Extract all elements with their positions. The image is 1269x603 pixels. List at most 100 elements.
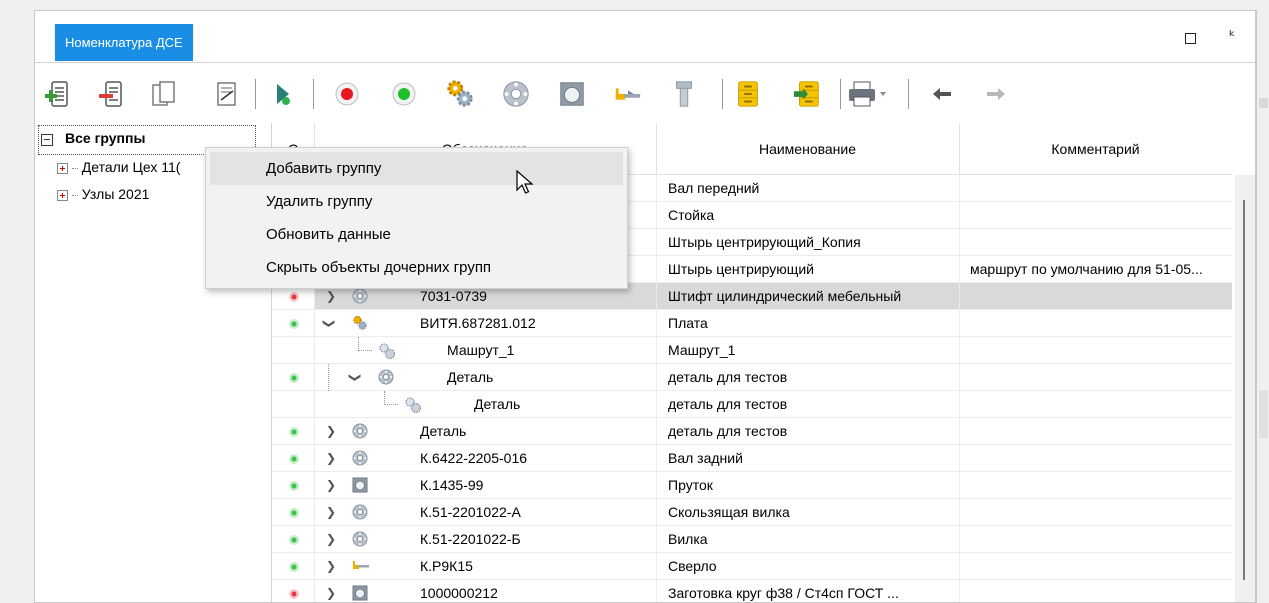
cell-name: Вилка <box>668 531 708 547</box>
menu-item-refresh-data[interactable]: Обновить данные <box>210 218 623 251</box>
column-header-name[interactable]: Наименование <box>656 123 959 175</box>
part-icon <box>378 369 394 385</box>
cell-designation: К.Р9К15 <box>420 558 473 574</box>
cell-designation: Деталь <box>420 423 467 439</box>
cell-comment <box>970 229 1228 256</box>
cell-designation: Деталь <box>447 369 494 385</box>
status-indicator-icon <box>289 292 299 302</box>
edit-icon[interactable] <box>211 79 241 109</box>
collapse-chevron-icon[interactable]: ❯ <box>342 372 369 382</box>
cell-comment: маршрут по умолчанию для 51-05... <box>970 261 1203 277</box>
cell-comment <box>970 499 1228 526</box>
cell-name: деталь для тестов <box>668 396 788 412</box>
part-icon <box>352 504 368 520</box>
cell-name: Штырь центрирующий_Копия <box>668 234 861 250</box>
expand-icon[interactable] <box>57 162 68 174</box>
cell-name: Штифт цилиндрический мебельный <box>668 288 902 304</box>
tab-nomenclature[interactable]: Номенклатура ДСЕ <box>55 24 193 61</box>
expand-chevron-icon[interactable]: ❯ <box>326 472 336 499</box>
cell-name: Вал передний <box>668 180 760 196</box>
cell-name: Сверло <box>668 558 717 574</box>
cell-designation: К.51-2201022-А <box>420 504 521 520</box>
table-row[interactable]: ❯ 1000000212 Заготовка круг ф38 / Ст4сп ГО… <box>272 580 1232 602</box>
gears-icon[interactable] <box>445 79 475 109</box>
cabinet-icon[interactable] <box>733 79 763 109</box>
status-indicator-icon <box>289 319 299 329</box>
adjacent-panel-edge <box>1256 10 1269 603</box>
menu-item-hide-child-group-objects[interactable]: Скрыть объекты дочерних групп <box>210 251 623 284</box>
table-row[interactable]: ❯ Деталь деталь для тестов <box>272 418 1232 445</box>
table-row[interactable]: Машрут_1 Машрут_1 <box>272 337 1232 364</box>
scrollbar-thumb[interactable] <box>1243 200 1245 580</box>
cell-comment <box>970 472 1228 499</box>
expand-chevron-icon[interactable]: ❯ <box>326 526 336 553</box>
record-green-icon[interactable] <box>389 79 419 109</box>
collapse-chevron-icon[interactable]: ❯ <box>316 318 343 328</box>
table-row[interactable]: ❯ К.6422-2205-016 Вал задний <box>272 445 1232 472</box>
blank-icon <box>352 477 368 493</box>
route-icon <box>378 342 396 360</box>
cell-designation: Машрут_1 <box>447 342 515 358</box>
table-row[interactable]: ❯ К.Р9К15 Сверло <box>272 553 1232 580</box>
cell-designation: Деталь <box>474 396 521 412</box>
part-icon <box>352 423 368 439</box>
status-indicator-icon <box>289 589 299 599</box>
cell-designation: К.51-2201022-Б <box>420 531 521 547</box>
part-icon[interactable] <box>501 79 531 109</box>
cell-name: деталь для тестов <box>668 369 788 385</box>
cell-comment <box>970 580 1228 602</box>
blank-icon[interactable] <box>557 79 587 109</box>
expand-chevron-icon[interactable]: ❯ <box>326 418 336 445</box>
forward-arrow-icon <box>981 79 1011 109</box>
maximize-icon[interactable] <box>1185 33 1196 44</box>
cell-comment <box>970 418 1228 445</box>
menu-item-add-group[interactable]: Добавить группу <box>210 152 623 185</box>
expand-chevron-icon[interactable]: ❯ <box>326 580 336 602</box>
cell-comment <box>970 553 1228 580</box>
cell-designation: К.6422-2205-016 <box>420 450 528 466</box>
cell-comment <box>970 526 1228 553</box>
column-header-comment[interactable]: Комментарий <box>959 123 1232 175</box>
tree-item[interactable]: Узлы 2021 <box>57 186 149 202</box>
vertical-scrollbar[interactable] <box>1235 175 1255 602</box>
remove-row-icon[interactable] <box>97 79 127 109</box>
toolbar <box>35 65 1255 121</box>
status-indicator-icon <box>289 562 299 572</box>
tool-icon[interactable] <box>613 79 643 109</box>
expand-chevron-icon[interactable]: ❯ <box>326 499 336 526</box>
expand-icon[interactable] <box>57 189 68 201</box>
pin-icon[interactable]: ᵏ <box>1229 27 1235 45</box>
expand-chevron-icon[interactable]: ❯ <box>326 445 336 472</box>
collapse-icon[interactable] <box>41 134 53 146</box>
copy-icon[interactable] <box>149 79 179 109</box>
cell-comment <box>970 283 1228 310</box>
table-row[interactable]: ❯ К.51-2201022-Б Вилка <box>272 526 1232 553</box>
table-row[interactable]: ❯ ВИТЯ.687281.012 Плата <box>272 310 1232 337</box>
bolt-icon[interactable] <box>669 79 699 109</box>
cell-name: Машрут_1 <box>668 342 736 358</box>
record-red-icon[interactable] <box>332 79 362 109</box>
cell-comment <box>970 175 1228 202</box>
back-arrow-icon[interactable] <box>927 79 957 109</box>
status-indicator-icon <box>289 481 299 491</box>
run-icon[interactable] <box>268 79 298 109</box>
cell-comment <box>970 337 1228 364</box>
cell-name: Пруток <box>668 477 713 493</box>
print-icon[interactable] <box>847 79 889 109</box>
cell-designation: 1000000212 <box>420 585 498 601</box>
add-row-icon[interactable] <box>43 79 73 109</box>
cell-name: Скользящая вилка <box>668 504 790 520</box>
tree-root-label: Все группы <box>65 130 146 146</box>
table-row[interactable]: ❯ К.1435-99 Пруток <box>272 472 1232 499</box>
tree-item[interactable]: Детали Цех 11( <box>57 159 180 175</box>
nomenclature-panel: Номенклатура ДСЕ ᵏ Все группы Детали Цех… <box>34 10 1256 603</box>
cell-designation: ВИТЯ.687281.012 <box>420 315 536 331</box>
menu-item-delete-group[interactable]: Удалить группу <box>210 185 623 218</box>
cabinet-arrow-icon[interactable] <box>792 79 822 109</box>
cell-comment <box>970 364 1228 391</box>
cell-designation: К.1435-99 <box>420 477 484 493</box>
expand-chevron-icon[interactable]: ❯ <box>326 553 336 580</box>
table-row[interactable]: ❯ Деталь деталь для тестов <box>272 364 1232 391</box>
table-row[interactable]: ❯ К.51-2201022-А Скользящая вилка <box>272 499 1232 526</box>
table-row[interactable]: Деталь деталь для тестов <box>272 391 1232 418</box>
